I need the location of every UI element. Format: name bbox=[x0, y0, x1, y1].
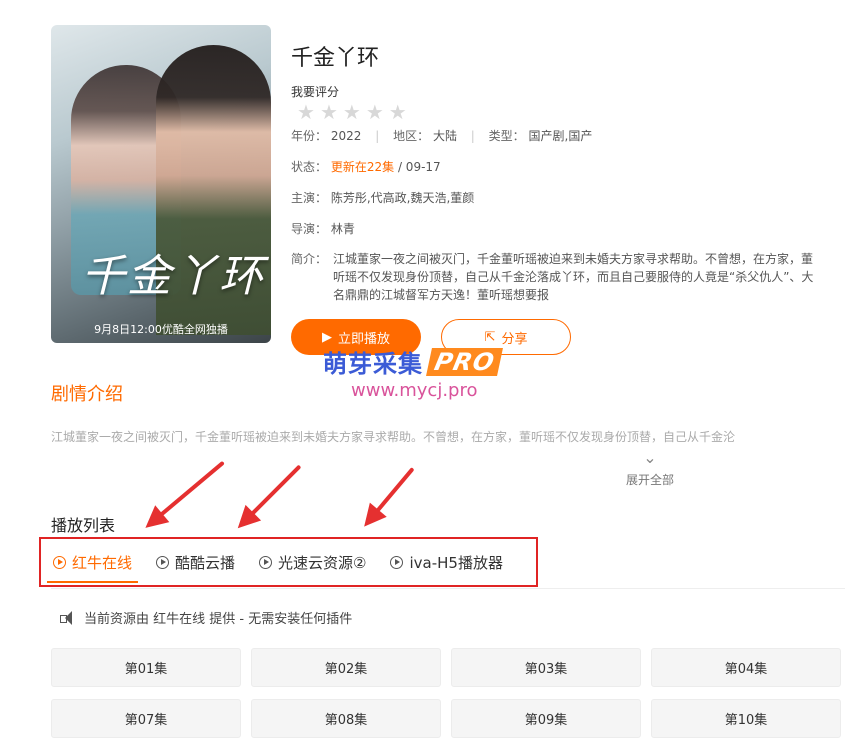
director-row: 导演： 林青 bbox=[291, 220, 355, 237]
tab-label: 光速云资源② bbox=[278, 553, 367, 572]
cast-value[interactable]: 陈芳彤,代高政,魏天浩,董颜 bbox=[331, 191, 474, 205]
divider: | bbox=[470, 129, 475, 143]
tab-source-3[interactable]: 光速云资源② bbox=[257, 539, 368, 585]
plot-section-title: 剧情介绍 bbox=[51, 384, 123, 405]
cast-label: 主演： bbox=[291, 191, 328, 205]
watermark-logo: 萌芽采集 PRO bbox=[323, 344, 504, 379]
episode-button[interactable]: 第10集 bbox=[651, 699, 841, 738]
intro-text: 江城董家一夜之间被灭门，千金董听瑶被迫来到未婚夫方家寻求帮助。不曾想，在方家，董… bbox=[333, 252, 814, 302]
status-date: / 09-17 bbox=[397, 160, 441, 174]
watermark-url: www.mycj.pro bbox=[351, 380, 478, 401]
episode-button[interactable]: 第01集 bbox=[51, 648, 241, 687]
expand-all-label: 展开全部 bbox=[625, 473, 674, 487]
play-circle-icon bbox=[156, 555, 170, 569]
director-label: 导演： bbox=[291, 222, 328, 236]
area-value[interactable]: 大陆 bbox=[433, 129, 457, 143]
episode-button[interactable]: 第07集 bbox=[51, 699, 241, 738]
episode-grid: 第01集 第02集 第03集 第04集 第07集 第08集 第09集 第10集 bbox=[51, 648, 845, 738]
status-badge: 更新在22集 bbox=[330, 160, 395, 174]
star-icon[interactable]: ★ bbox=[297, 102, 315, 122]
star-icon[interactable]: ★ bbox=[366, 102, 384, 122]
intro-row: 简介： 江城董家一夜之间被灭门，千金董听瑶被迫来到未婚夫方家寻求帮助。不曾想，在… bbox=[291, 250, 821, 304]
episode-button[interactable]: 第09集 bbox=[451, 699, 641, 738]
star-icon[interactable]: ★ bbox=[343, 102, 361, 122]
source-notice: 当前资源由 红牛在线 提供 - 无需安装任何插件 bbox=[60, 608, 352, 627]
area-label: 地区： bbox=[393, 129, 430, 143]
year-value[interactable]: 2022 bbox=[331, 129, 362, 143]
director-value[interactable]: 林青 bbox=[331, 222, 355, 236]
chevron-down-icon: ⌄ bbox=[643, 448, 657, 467]
play-circle-icon bbox=[53, 555, 66, 569]
episode-button[interactable]: 第02集 bbox=[251, 648, 441, 687]
type-value[interactable]: 国产剧,国产 bbox=[529, 129, 593, 143]
watermark-text: 萌芽采集 bbox=[323, 350, 423, 378]
annotation-arrow bbox=[148, 460, 225, 526]
page-title: 千金丫环 bbox=[291, 46, 380, 71]
watermark-pro: PRO bbox=[426, 347, 504, 376]
annotation-arrow bbox=[366, 467, 415, 524]
episode-button[interactable]: 第03集 bbox=[451, 648, 641, 687]
detail-panel: 千金丫环 我要评分 ★ ★ ★ ★ ★ 年份： 2022 | 地区： 大陆 | … bbox=[291, 40, 831, 355]
year-label: 年份： bbox=[291, 129, 328, 143]
poster-title: 千金丫环 bbox=[81, 251, 265, 302]
star-icon[interactable]: ★ bbox=[320, 102, 338, 122]
type-label: 类型： bbox=[488, 129, 525, 143]
tab-label: 红牛在线 bbox=[72, 553, 133, 572]
play-circle-icon bbox=[259, 555, 273, 569]
divider: | bbox=[375, 129, 380, 143]
share-button-label: 分享 bbox=[501, 331, 528, 347]
poster-image[interactable]: 千金丫环 9月8日12:00优酷全网独播 bbox=[51, 25, 271, 343]
poster-caption: 9月8日12:00优酷全网独播 bbox=[94, 323, 228, 336]
episode-button[interactable]: 第04集 bbox=[651, 648, 841, 687]
episode-button[interactable]: 第08集 bbox=[251, 699, 441, 738]
source-tabs: 红牛在线 酷酷云播 光速云资源② iva-H5播放器 bbox=[39, 537, 538, 587]
cast-row: 主演： 陈芳彤,代高政,魏天浩,董颜 bbox=[291, 189, 474, 206]
expand-all-button[interactable]: ⌄ 展开全部 bbox=[615, 448, 685, 488]
star-icon[interactable]: ★ bbox=[389, 102, 407, 122]
intro-label: 简介： bbox=[291, 252, 328, 266]
status-row: 状态： 更新在22集 / 09-17 bbox=[291, 158, 441, 175]
speaker-icon bbox=[60, 610, 76, 626]
meta-row: 年份： 2022 | 地区： 大陆 | 类型： 国产剧,国产 bbox=[291, 127, 592, 144]
plot-synopsis: 江城董家一夜之间被灭门，千金董听瑶被迫来到未婚夫方家寻求帮助。不曾想，在方家，董… bbox=[51, 430, 736, 444]
rate-label: 我要评分 bbox=[291, 85, 340, 99]
tab-source-4[interactable]: iva-H5播放器 bbox=[388, 539, 504, 585]
annotation-arrow bbox=[240, 464, 302, 526]
playlist-title: 播放列表 bbox=[51, 516, 116, 535]
tab-source-1[interactable]: 红牛在线 bbox=[46, 539, 139, 585]
divider bbox=[51, 588, 845, 589]
status-label: 状态： bbox=[291, 160, 328, 174]
share-icon: ⇱ bbox=[484, 329, 496, 345]
tab-label: iva-H5播放器 bbox=[409, 553, 503, 572]
rating-stars[interactable]: ★ ★ ★ ★ ★ bbox=[297, 102, 407, 122]
tab-source-2[interactable]: 酷酷云播 bbox=[154, 539, 237, 585]
watermark: 萌芽采集 PRO www.mycj.pro bbox=[323, 344, 504, 401]
source-notice-text: 当前资源由 红牛在线 提供 - 无需安装任何插件 bbox=[84, 612, 353, 627]
play-circle-icon bbox=[390, 555, 404, 569]
play-icon: ▶ bbox=[321, 329, 332, 345]
tab-label: 酷酷云播 bbox=[175, 553, 236, 572]
